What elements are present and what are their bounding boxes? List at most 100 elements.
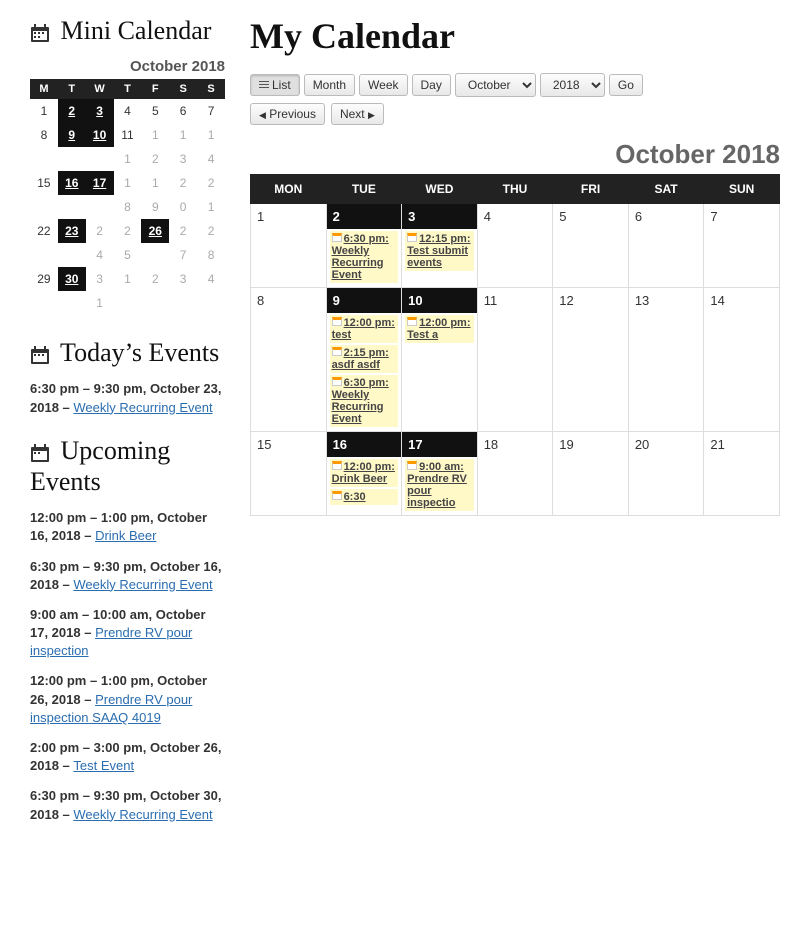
upcoming-events-title: Upcoming Events <box>30 435 225 497</box>
mini-day-cell[interactable]: 9 <box>58 123 86 147</box>
calendar-day-cell[interactable]: 15 <box>251 432 327 516</box>
mini-day-cell: 2 <box>169 171 197 195</box>
next-button[interactable]: Next ▶ <box>331 103 384 125</box>
day-number: 6 <box>629 204 704 229</box>
mini-day-cell: 2 <box>169 219 197 243</box>
event-icon <box>332 233 342 242</box>
list-icon <box>259 81 269 90</box>
calendar-event-link[interactable]: 6:30 <box>344 491 366 503</box>
month-view-button[interactable]: Month <box>304 74 355 96</box>
mini-day-cell: 4 <box>114 99 142 123</box>
calendar-day-cell[interactable]: 1012:00 pm: Test a <box>402 288 478 432</box>
calendar-event[interactable]: 12:00 pm: test <box>330 315 399 343</box>
today-events-list: 6:30 pm – 9:30 pm, October 23, 2018 – We… <box>30 380 225 416</box>
day-number: 9 <box>327 288 402 313</box>
calendar-day-cell[interactable]: 20 <box>628 432 704 516</box>
event-icon <box>332 461 342 470</box>
calendar-day-cell[interactable]: 179:00 am: Prendre RV pour inspectio <box>402 432 478 516</box>
mini-day-header: W <box>86 79 114 99</box>
event-icon <box>332 491 342 500</box>
mini-day-cell <box>197 291 225 315</box>
event-icon <box>407 233 417 242</box>
calendar-day-cell[interactable]: 4 <box>477 204 553 288</box>
mini-day-cell: 7 <box>169 243 197 267</box>
calendar-day-cell[interactable]: 19 <box>553 432 629 516</box>
mini-day-cell[interactable]: 26 <box>141 219 169 243</box>
event-link[interactable]: Test Event <box>73 758 134 773</box>
mini-day-cell: 2 <box>141 147 169 171</box>
calendar-event[interactable]: 6:30 <box>330 489 399 505</box>
calendar-day-cell[interactable]: 12 <box>553 288 629 432</box>
day-number: 8 <box>251 288 326 313</box>
calendar-day-cell[interactable]: 11 <box>477 288 553 432</box>
event-link[interactable]: Weekly Recurring Event <box>73 807 212 822</box>
mini-day-cell: 22 <box>30 219 58 243</box>
main: My Calendar List Month Week Day October … <box>240 0 800 851</box>
mini-day-cell <box>169 291 197 315</box>
calendar-day-cell[interactable]: 18 <box>477 432 553 516</box>
previous-button[interactable]: ◀ Previous <box>250 103 325 125</box>
calendar-day-cell[interactable]: 14 <box>704 288 780 432</box>
calendar-icon <box>30 443 50 463</box>
mini-day-cell: 5 <box>114 243 142 267</box>
calendar-event[interactable]: 9:00 am: Prendre RV pour inspectio <box>405 459 474 511</box>
calendar-day-cell[interactable]: 912:00 pm: test2:15 pm: asdf asdf6:30 pm… <box>326 288 402 432</box>
mini-day-cell[interactable]: 17 <box>86 171 114 195</box>
mini-day-cell: 4 <box>197 147 225 171</box>
go-button[interactable]: Go <box>609 74 643 96</box>
mini-day-cell[interactable]: 16 <box>58 171 86 195</box>
calendar-event[interactable]: 12:15 pm: Test submit events <box>405 231 474 271</box>
event-link[interactable]: Weekly Recurring Event <box>73 400 212 415</box>
day-number: 2 <box>327 204 402 229</box>
view-toolbar: List Month Week Day October 2018 Go <box>250 73 780 97</box>
calendar-day-cell[interactable]: 13 <box>628 288 704 432</box>
mini-calendar-title: Mini Calendar <box>30 15 225 46</box>
event-link[interactable]: Weekly Recurring Event <box>73 577 212 592</box>
mini-day-cell[interactable]: 10 <box>86 123 114 147</box>
calendar-event[interactable]: 6:30 pm: Weekly Recurring Event <box>330 375 399 427</box>
calendar-day-cell[interactable]: 8 <box>251 288 327 432</box>
mini-day-cell[interactable]: 23 <box>58 219 86 243</box>
event-icon <box>407 461 417 470</box>
day-number: 13 <box>629 288 704 313</box>
calendar-icon <box>30 345 50 365</box>
calendar-day-cell[interactable]: 6 <box>628 204 704 288</box>
mini-day-header: M <box>30 79 58 99</box>
list-view-button[interactable]: List <box>250 74 300 96</box>
week-view-button[interactable]: Week <box>359 74 407 96</box>
mini-day-header: T <box>58 79 86 99</box>
event-link[interactable]: Drink Beer <box>95 528 156 543</box>
next-label: Next <box>340 107 365 121</box>
calendar-event[interactable]: 6:30 pm: Weekly Recurring Event <box>330 231 399 283</box>
mini-day-cell: 1 <box>197 195 225 219</box>
mini-day-cell: 2 <box>86 219 114 243</box>
mini-day-cell: 8 <box>114 195 142 219</box>
event-item: 12:00 pm – 1:00 pm, October 16, 2018 – D… <box>30 509 225 545</box>
mini-day-cell[interactable]: 2 <box>58 99 86 123</box>
calendar-day-cell[interactable]: 312:15 pm: Test submit events <box>402 204 478 288</box>
calendar-event[interactable]: 12:00 pm: Test a <box>405 315 474 343</box>
mini-day-cell <box>58 147 86 171</box>
calendar-event[interactable]: 12:00 pm: Drink Beer <box>330 459 399 487</box>
mini-day-cell: 3 <box>169 147 197 171</box>
calendar-day-cell[interactable]: 1 <box>251 204 327 288</box>
mini-day-cell: 3 <box>169 267 197 291</box>
year-select[interactable]: 2018 <box>540 73 605 97</box>
mini-day-cell[interactable]: 30 <box>58 267 86 291</box>
calendar-day-cell[interactable]: 1612:00 pm: Drink Beer6:30 <box>326 432 402 516</box>
mini-day-cell: 2 <box>114 219 142 243</box>
calendar-day-cell[interactable]: 5 <box>553 204 629 288</box>
mini-day-cell <box>30 243 58 267</box>
calendar-day-cell[interactable]: 26:30 pm: Weekly Recurring Event <box>326 204 402 288</box>
month-select[interactable]: October <box>455 73 536 97</box>
calendar-day-header: THU <box>477 175 553 204</box>
calendar-day-cell[interactable]: 21 <box>704 432 780 516</box>
calendar-event[interactable]: 2:15 pm: asdf asdf <box>330 345 399 373</box>
mini-day-cell[interactable]: 3 <box>86 99 114 123</box>
mini-day-cell: 2 <box>197 171 225 195</box>
calendar-day-cell[interactable]: 7 <box>704 204 780 288</box>
main-calendar-grid: MONTUEWEDTHUFRISATSUN 126:30 pm: Weekly … <box>250 174 780 516</box>
day-view-button[interactable]: Day <box>412 74 451 96</box>
mini-day-cell: 1 <box>114 267 142 291</box>
mini-day-cell: 4 <box>86 243 114 267</box>
